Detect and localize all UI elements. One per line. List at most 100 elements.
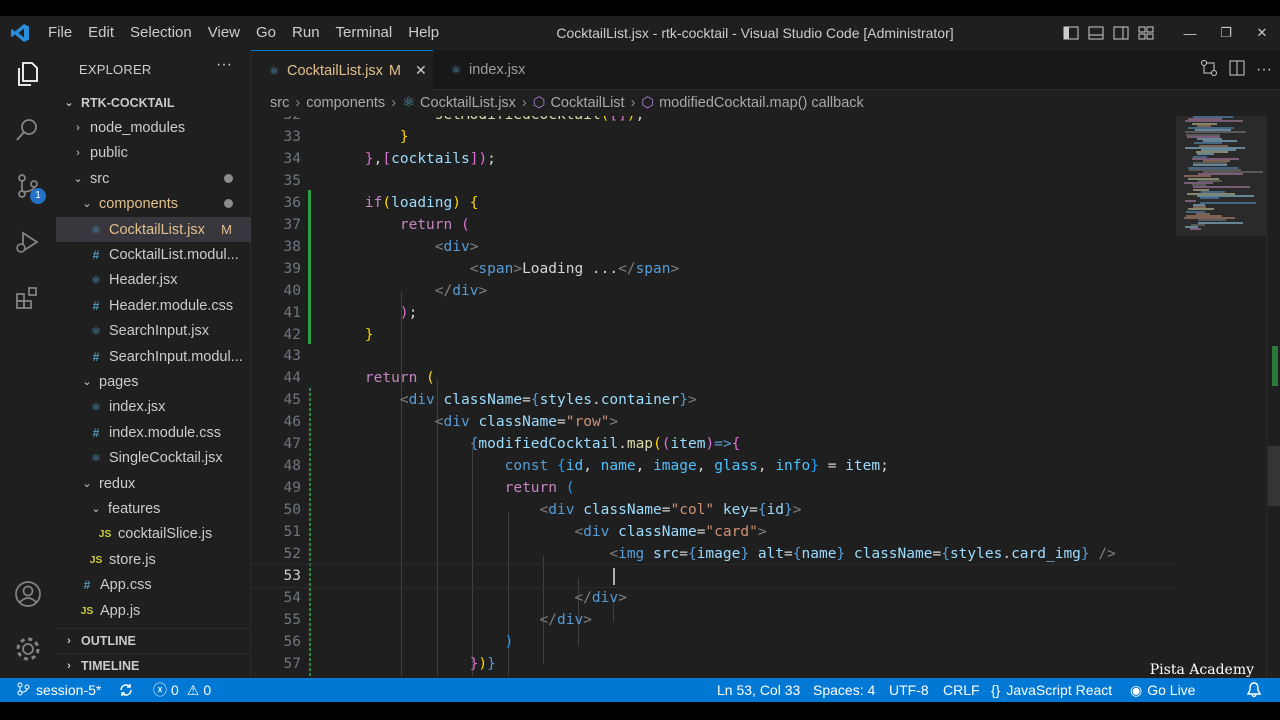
manage-gear-icon[interactable] <box>0 625 56 673</box>
menu-file[interactable]: File <box>40 16 80 50</box>
line-number: 43 <box>283 348 301 364</box>
tree-file[interactable]: # Header.module.css <box>56 293 251 318</box>
code-text: <span>Loading ...</span> <box>469 261 680 277</box>
sync-icon[interactable] <box>118 678 134 702</box>
tree-file[interactable]: ⚛ SearchInput.jsx <box>56 318 251 343</box>
tab-index[interactable]: ⚛ index.jsx <box>433 50 570 90</box>
code-line: 35 <box>251 170 1176 192</box>
menu-run[interactable]: Run <box>284 16 328 50</box>
line-number: 36 <box>283 195 301 211</box>
tree-file[interactable]: # CocktailList.modul... <box>56 242 251 267</box>
editor-scrollbar[interactable] <box>1266 116 1280 678</box>
menu-terminal[interactable]: Terminal <box>328 16 401 50</box>
breadcrumb-components[interactable]: components <box>306 95 385 111</box>
title-actions: — ❐ ✕ <box>1058 16 1280 50</box>
minimap[interactable] <box>1176 116 1266 678</box>
tree-folder[interactable]: ⌄ src <box>56 166 251 191</box>
tree-file[interactable]: JS cocktailSlice.js <box>56 521 251 546</box>
search-icon[interactable] <box>0 106 56 154</box>
run-debug-icon[interactable] <box>0 218 56 266</box>
menu-edit[interactable]: Edit <box>80 16 122 50</box>
code-editor[interactable]: 32 setModifiedCocktail([]);33 }34 },[coc… <box>251 116 1176 678</box>
cursor-position[interactable]: Ln 53, Col 33 <box>717 678 800 702</box>
js-file-icon: JS <box>80 604 94 617</box>
workspace-root[interactable]: ⌄ RTK-COCKTAIL <box>56 90 251 115</box>
tree-folder[interactable]: ⌄ pages <box>56 369 251 394</box>
code-text: <div className="col" key={id}> <box>539 502 802 518</box>
outline-section[interactable]: › OUTLINE <box>56 628 251 653</box>
more-actions-icon[interactable]: ··· <box>1256 61 1272 79</box>
open-changes-icon[interactable] <box>1200 59 1218 82</box>
explorer-more-actions-icon[interactable]: ··· <box>216 56 232 74</box>
menu-go[interactable]: Go <box>248 16 284 50</box>
customize-layout-icon[interactable] <box>1133 16 1158 50</box>
chevron-right-icon: › <box>76 121 80 134</box>
tree-file[interactable]: # index.module.css <box>56 420 251 445</box>
menu-help[interactable]: Help <box>400 16 447 50</box>
menu-view[interactable]: View <box>200 16 248 50</box>
go-live-button[interactable]: ◉ Go Live <box>1130 678 1195 702</box>
minimap-viewport[interactable] <box>1176 116 1266 236</box>
breadcrumb-callback[interactable]: modifiedCocktail.map() callback <box>659 95 864 111</box>
account-icon[interactable] <box>0 570 56 618</box>
line-number: 49 <box>283 480 301 496</box>
notifications-bell-icon[interactable] <box>1247 678 1261 702</box>
encoding[interactable]: UTF-8 <box>889 678 929 702</box>
css-file-icon: # <box>92 298 100 313</box>
status-bar: session-5* ⓧ 0 ⚠ 0 Ln 53, Col 33 Spaces:… <box>0 678 1280 702</box>
chevron-right-icon: › <box>76 146 80 159</box>
minimize-button[interactable]: — <box>1172 16 1208 50</box>
tree-item-label: CocktailList.modul... <box>109 246 239 263</box>
line-number: 39 <box>283 261 301 277</box>
line-number: 57 <box>283 656 301 672</box>
split-editor-icon[interactable] <box>1228 59 1246 82</box>
remote-session[interactable]: session-5* <box>16 678 101 702</box>
tree-file[interactable]: ⚛ CocktailList.jsx M <box>56 217 251 242</box>
close-window-button[interactable]: ✕ <box>1244 16 1280 50</box>
breadcrumb-component[interactable]: CocktailList <box>550 95 624 111</box>
end-of-line[interactable]: CRLF <box>943 678 980 702</box>
timeline-section[interactable]: › TIMELINE <box>56 653 251 678</box>
code-line: 38 <div> <box>251 236 1176 258</box>
tree-file[interactable]: JS App.js <box>56 598 251 623</box>
line-number: 47 <box>283 436 301 452</box>
toggle-primary-sidebar-icon[interactable] <box>1058 16 1083 50</box>
tree-file[interactable]: JS store.js <box>56 547 251 572</box>
toggle-secondary-sidebar-icon[interactable] <box>1108 16 1133 50</box>
tree-file[interactable]: ⚛ index.jsx <box>56 394 251 419</box>
react-file-icon: ⚛ <box>90 450 102 465</box>
code-text: </div> <box>574 590 627 606</box>
indentation[interactable]: Spaces: 4 <box>813 678 875 702</box>
tree-folder[interactable]: › public <box>56 140 251 165</box>
tree-folder[interactable]: ⌄ redux <box>56 471 251 496</box>
code-text: return ( <box>504 480 575 496</box>
code-text: setModifiedCocktail([]); <box>330 116 645 126</box>
explorer-icon[interactable] <box>0 50 56 98</box>
outline-label: OUTLINE <box>81 634 136 648</box>
tree-file[interactable]: ⚛ SingleCocktail.jsx <box>56 445 251 470</box>
restore-button[interactable]: ❐ <box>1208 16 1244 50</box>
breadcrumb-src[interactable]: src <box>270 95 289 111</box>
problems-indicator[interactable]: ⓧ 0 ⚠ 0 <box>153 678 211 702</box>
line-number: 54 <box>283 590 301 606</box>
line-number: 37 <box>283 217 301 233</box>
line-number: 35 <box>283 173 301 189</box>
tree-folder[interactable]: ⌄ components <box>56 191 251 216</box>
tree-folder[interactable]: ⌄ features <box>56 496 251 521</box>
tree-file[interactable]: # App.css <box>56 572 251 597</box>
language-mode[interactable]: {} JavaScript React <box>991 678 1112 702</box>
tree-folder[interactable]: › node_modules <box>56 115 251 140</box>
source-control-icon[interactable]: 1 <box>0 162 56 210</box>
code-text: return ( <box>364 370 435 386</box>
tree-file[interactable]: # SearchInput.modul... <box>56 344 251 369</box>
extensions-icon[interactable] <box>0 274 56 322</box>
line-number: 38 <box>283 239 301 255</box>
tab-cocktaillist[interactable]: ⚛ CocktailList.jsx M ✕ <box>251 50 433 90</box>
toggle-panel-icon[interactable] <box>1083 16 1108 50</box>
menu-selection[interactable]: Selection <box>122 16 200 50</box>
tree-file[interactable]: ⚛ Header.jsx <box>56 267 251 292</box>
close-tab-icon[interactable]: ✕ <box>415 62 427 79</box>
line-number: 42 <box>283 327 301 343</box>
vscode-logo-icon <box>0 16 40 50</box>
breadcrumb-file[interactable]: CocktailList.jsx <box>420 95 516 111</box>
